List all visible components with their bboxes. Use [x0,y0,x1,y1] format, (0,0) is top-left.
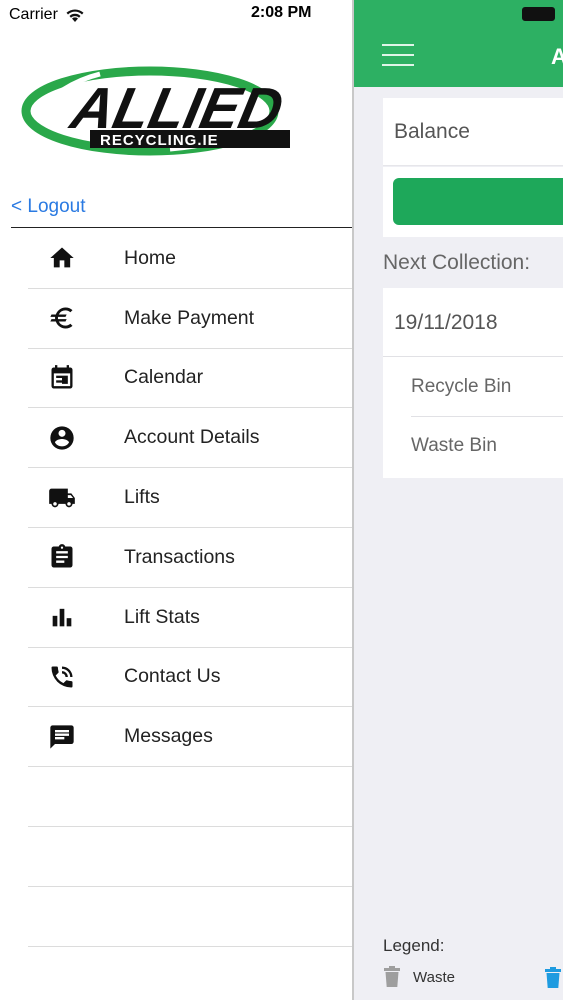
main-content: A Balance Next Collection: 19/11/2018 Re… [352,0,563,1000]
menu-item-label: Contact Us [124,665,221,688]
empty-row [28,767,352,827]
clipboard-icon [51,544,73,568]
menu-item-label: Account Details [124,426,260,449]
carrier-label: Carrier [9,6,58,23]
hamburger-icon [382,44,414,66]
divider [11,227,352,228]
balance-label: Balance [394,120,470,143]
bar-chart-icon [52,609,72,627]
euro-icon [50,307,73,329]
menu-item-label: Transactions [124,545,235,568]
menu-item-lift-stats[interactable]: Lift Stats [28,588,352,648]
menu-item-label: Home [124,246,177,269]
hamburger-menu-button[interactable] [382,44,414,70]
menu-item-label: Messages [124,725,213,748]
side-drawer: Carrier 2:08 PM ALLIED RECYCLING.IE < Lo… [0,0,352,1000]
menu-item-label: Calendar [124,366,204,389]
balance-card: Balance [383,98,563,166]
menu-item-contact-us[interactable]: Contact Us [28,648,352,708]
home-icon [50,247,74,268]
drawer-menu: Home Make Payment Calendar Account Detai… [28,229,352,947]
collection-date: 19/11/2018 [394,311,498,334]
menu-item-label: Lifts [124,486,160,509]
next-collection-label: Next Collection: [383,251,531,274]
action-area [383,167,563,237]
recycle-bin-label: Recycle Bin [411,376,512,397]
menu-item-messages[interactable]: Messages [28,707,352,768]
empty-row [28,827,352,887]
logout-link[interactable]: < Logout [11,196,86,218]
menu-item-label: Lift Stats [124,605,200,628]
divider [383,356,563,357]
wifi-icon [66,8,84,22]
status-carrier: Carrier [9,5,85,25]
calendar-icon [51,365,73,389]
menu-item-calendar[interactable]: Calendar [28,349,352,409]
status-time: 2:08 PM [251,4,312,21]
action-button[interactable] [393,178,563,225]
trash-bin-icon [384,966,400,987]
menu-item-transactions[interactable]: Transactions [28,528,352,588]
collection-card: 19/11/2018 Recycle Bin Waste Bin [383,288,563,478]
battery-icon [522,7,555,21]
waste-bin-label: Waste Bin [411,435,497,456]
menu-item-label: Make Payment [124,306,255,329]
app-header: A [354,0,563,87]
recycle-bin-icon [545,967,561,988]
phone-icon [51,666,73,688]
divider [411,416,563,417]
svg-text:RECYCLING.IE: RECYCLING.IE [100,132,219,149]
page-title: A [551,44,563,70]
menu-item-account-details[interactable]: Account Details [28,408,352,469]
legend-waste-label: Waste [413,968,455,986]
truck-icon [49,488,75,507]
legend-waste: Waste [383,966,455,988]
legend-label: Legend: [383,936,445,955]
message-icon [50,725,74,749]
menu-item-lifts[interactable]: Lifts [28,468,352,528]
empty-row [28,887,352,947]
menu-item-home[interactable]: Home [28,229,352,289]
menu-item-make-payment[interactable]: Make Payment [28,289,352,349]
allied-recycling-logo: ALLIED RECYCLING.IE [21,66,290,156]
account-icon [50,426,74,450]
